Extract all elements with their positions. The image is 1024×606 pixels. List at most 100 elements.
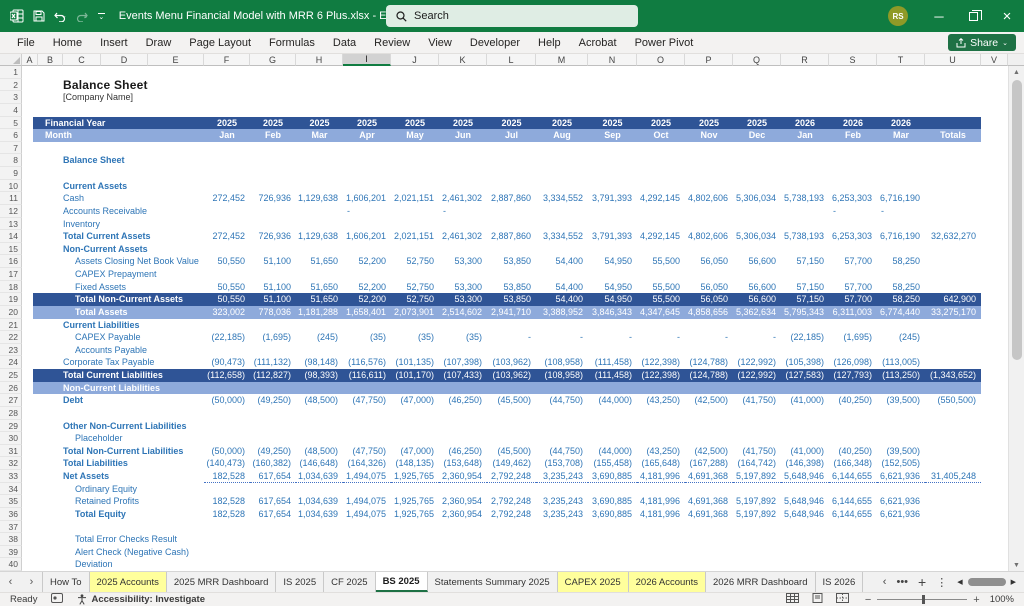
row-header-40[interactable]: 40 <box>0 558 22 571</box>
cell[interactable]: 4,802,606 <box>685 230 733 243</box>
totals-cell[interactable] <box>925 457 981 470</box>
column-header-i[interactable]: I <box>343 54 391 66</box>
horizontal-scrollbar[interactable]: ◀ ▶ <box>957 578 1016 586</box>
cell[interactable] <box>981 495 1008 508</box>
cell[interactable]: 5,362,634 <box>733 306 781 319</box>
cell[interactable]: (39,500) <box>877 445 925 458</box>
redo-dropdown-icon[interactable]: ⌄ <box>83 13 89 20</box>
cell[interactable] <box>981 117 1008 130</box>
cell[interactable]: 2025 <box>250 117 296 130</box>
cell[interactable]: 1,658,401 <box>343 306 391 319</box>
row-label[interactable]: Non-Current Liabilities <box>33 382 204 395</box>
cell[interactable]: 52,750 <box>391 281 439 294</box>
sheet-tab-2025-accounts[interactable]: 2025 Accounts <box>89 572 167 592</box>
cell[interactable]: Dec <box>733 129 781 142</box>
cell[interactable]: (44,000) <box>588 394 637 407</box>
row-header-11[interactable]: 11 <box>0 192 22 205</box>
cell[interactable]: - <box>536 331 588 344</box>
column-header-r[interactable]: R <box>781 54 829 66</box>
row-header-15[interactable]: 15 <box>0 242 22 256</box>
row-label[interactable]: Alert Check (Negative Cash) <box>33 546 204 559</box>
row-header-3[interactable]: 3 <box>0 91 22 104</box>
cell[interactable] <box>981 79 1008 92</box>
cell[interactable]: (153,708) <box>536 457 588 470</box>
cell[interactable]: (49,250) <box>250 394 296 407</box>
cell[interactable]: 1,606,201 <box>343 230 391 243</box>
cell[interactable]: (41,750) <box>733 394 781 407</box>
cell[interactable]: (164,742) <box>733 457 781 470</box>
cell[interactable]: 2025 <box>204 117 250 130</box>
ribbon-tab-formulas[interactable]: Formulas <box>260 32 324 53</box>
cell[interactable]: 6,716,190 <box>877 192 925 205</box>
totals-cell[interactable]: Totals <box>925 129 981 142</box>
cell[interactable]: (48,500) <box>296 394 343 407</box>
search-box[interactable]: Search <box>386 5 638 27</box>
row-label[interactable]: Balance Sheet <box>33 154 204 167</box>
column-header-f[interactable]: F <box>204 54 250 66</box>
cell[interactable]: 52,200 <box>343 293 391 306</box>
cell[interactable] <box>391 205 439 218</box>
vertical-scrollbar[interactable]: ▲ ▼ <box>1008 66 1024 571</box>
cell[interactable]: 1,129,638 <box>296 192 343 205</box>
totals-cell[interactable]: 642,900 <box>925 293 981 306</box>
cell[interactable]: (50,000) <box>204 445 250 458</box>
row-header-10[interactable]: 10 <box>0 179 22 193</box>
cell[interactable]: Jun <box>439 129 487 142</box>
cell[interactable]: 54,400 <box>536 255 588 268</box>
row-label[interactable]: Assets Closing Net Book Value <box>33 255 204 268</box>
cell[interactable]: 4,347,645 <box>637 306 685 319</box>
cell[interactable]: 3,334,552 <box>536 192 588 205</box>
sheet-tab-2026-mrr-dashboard[interactable]: 2026 MRR Dashboard <box>706 572 816 592</box>
cell[interactable]: 3,690,885 <box>588 470 637 483</box>
cell[interactable]: 51,100 <box>250 293 296 306</box>
cell[interactable]: 51,650 <box>296 293 343 306</box>
cell[interactable]: (46,250) <box>439 445 487 458</box>
cell[interactable]: (152,505) <box>877 457 925 470</box>
cell[interactable]: (35) <box>439 331 487 344</box>
cell[interactable]: (122,398) <box>637 369 685 382</box>
cell[interactable] <box>981 470 1008 483</box>
sheet-tab-is-2025[interactable]: IS 2025 <box>276 572 325 592</box>
cell[interactable]: 57,150 <box>781 255 829 268</box>
row-header-25[interactable]: 25 <box>0 369 22 382</box>
cell[interactable]: 6,253,303 <box>829 230 877 243</box>
totals-cell[interactable] <box>925 117 981 130</box>
cell[interactable]: (103,962) <box>487 356 536 369</box>
column-header-u[interactable]: U <box>925 54 981 66</box>
row-header-24[interactable]: 24 <box>0 356 22 369</box>
redo-button[interactable]: ⌄ <box>76 11 89 22</box>
sheet-tab-2025-mrr-dashboard[interactable]: 2025 MRR Dashboard <box>167 572 277 592</box>
cell[interactable]: (113,250) <box>877 369 925 382</box>
cell[interactable] <box>981 533 1008 546</box>
cell[interactable]: 1,925,765 <box>391 508 439 521</box>
cell[interactable]: (50,000) <box>204 394 250 407</box>
row-label[interactable] <box>33 142 204 155</box>
row-label[interactable] <box>33 521 204 534</box>
cell[interactable]: 5,306,034 <box>733 192 781 205</box>
cell[interactable]: 3,791,393 <box>588 230 637 243</box>
cell[interactable]: 5,648,946 <box>781 495 829 508</box>
cell[interactable]: 6,621,936 <box>877 470 925 483</box>
cell[interactable]: 51,650 <box>296 255 343 268</box>
cell[interactable]: 2,360,954 <box>439 495 487 508</box>
cell[interactable]: 2025 <box>637 117 685 130</box>
cell[interactable]: - <box>685 331 733 344</box>
cell[interactable]: 6,621,936 <box>877 508 925 521</box>
ribbon-tab-home[interactable]: Home <box>44 32 91 53</box>
row-label[interactable]: Current Assets <box>33 180 204 193</box>
cell[interactable]: 51,100 <box>250 255 296 268</box>
cell[interactable]: 52,200 <box>343 281 391 294</box>
cell[interactable]: (22,185) <box>204 331 250 344</box>
cell[interactable]: Sep <box>588 129 637 142</box>
cell[interactable] <box>981 306 1008 319</box>
cell[interactable]: (245) <box>877 331 925 344</box>
cell[interactable]: (103,962) <box>487 369 536 382</box>
zoom-in-button[interactable]: + <box>973 594 979 606</box>
cell[interactable]: (111,132) <box>250 356 296 369</box>
cell[interactable]: 778,036 <box>250 306 296 319</box>
column-header-o[interactable]: O <box>637 54 685 66</box>
cell[interactable]: 4,292,145 <box>637 192 685 205</box>
row-label[interactable]: [Company Name] <box>33 91 204 104</box>
cell[interactable]: 50,550 <box>204 293 250 306</box>
cell[interactable]: 2,461,302 <box>439 192 487 205</box>
